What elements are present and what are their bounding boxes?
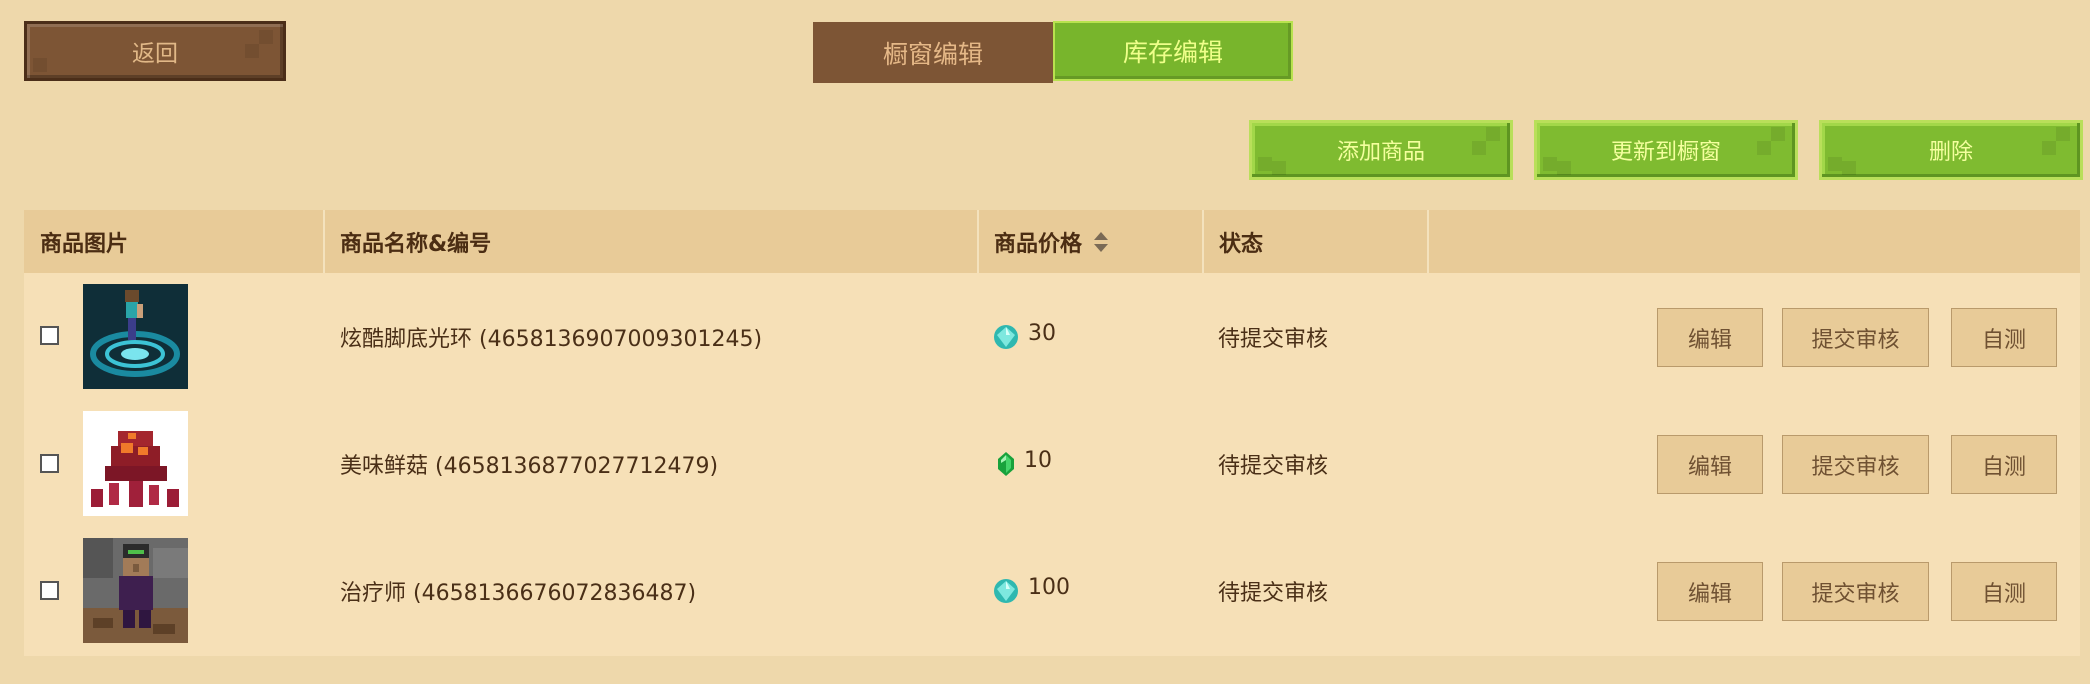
edit-button-label: 编辑 [1687, 327, 1732, 353]
product-table: 商品图片 商品名称&编号 商品价格 状态 炫酷脚底光环 (46581369070… [24, 210, 2080, 656]
submit-review-button[interactable]: 提交审核 [1782, 562, 1929, 621]
header-price-label: 商品价格 [994, 231, 1083, 257]
product-price: 10 [1024, 448, 1052, 473]
diamond-icon [994, 579, 1018, 603]
product-image [83, 284, 188, 389]
add-item-button-label: 添加商品 [1336, 140, 1425, 165]
product-name: 治疗师 (4658136676072836487) [340, 581, 697, 606]
submit-review-button-label: 提交审核 [1811, 581, 1900, 607]
self-test-button-label: 自测 [1981, 327, 2026, 353]
product-name: 炫酷脚底光环 (4658136907009301245) [340, 327, 763, 352]
edit-button[interactable]: 编辑 [1657, 435, 1763, 494]
submit-review-button[interactable]: 提交审核 [1782, 308, 1929, 367]
tab-showcase-edit-label: 橱窗编辑 [882, 39, 983, 69]
row-checkbox[interactable] [40, 454, 59, 473]
header-status: 状态 [1203, 210, 1428, 273]
product-price: 100 [1028, 575, 1070, 600]
header-name: 商品名称&编号 [324, 210, 978, 273]
header-image-label: 商品图片 [40, 231, 129, 257]
diamond-icon [994, 325, 1018, 349]
tab-inventory-edit[interactable]: 库存编辑 [1053, 21, 1293, 81]
edit-button[interactable]: 编辑 [1657, 562, 1763, 621]
table-header: 商品图片 商品名称&编号 商品价格 状态 [24, 210, 2080, 273]
submit-review-button-label: 提交审核 [1811, 454, 1900, 480]
header-status-label: 状态 [1219, 231, 1264, 257]
header-image: 商品图片 [24, 210, 324, 273]
self-test-button-label: 自测 [1981, 581, 2026, 607]
header-name-label: 商品名称&编号 [340, 231, 492, 257]
column-divider [1427, 210, 1429, 273]
edit-button-label: 编辑 [1687, 581, 1732, 607]
product-price: 30 [1028, 321, 1056, 346]
row-checkbox[interactable] [40, 326, 59, 345]
emerald-icon [998, 452, 1014, 476]
table-row: 治疗师 (4658136676072836487) 100 待提交审核 编辑 提… [24, 527, 2080, 654]
product-status: 待提交审核 [1218, 327, 1329, 352]
row-checkbox[interactable] [40, 581, 59, 600]
self-test-button[interactable]: 自测 [1951, 435, 2057, 494]
self-test-button-label: 自测 [1981, 454, 2026, 480]
delete-button-label: 删除 [1928, 140, 1973, 165]
add-item-button[interactable]: 添加商品 [1249, 120, 1513, 180]
product-status: 待提交审核 [1218, 581, 1329, 606]
back-button-label: 返回 [132, 41, 178, 67]
tab-inventory-edit-label: 库存编辑 [1122, 38, 1223, 67]
tab-showcase-edit[interactable]: 橱窗编辑 [813, 22, 1053, 83]
table-row: 炫酷脚底光环 (4658136907009301245) 30 待提交审核 编辑… [24, 273, 2080, 400]
aura-effect-icon [83, 284, 188, 389]
self-test-button[interactable]: 自测 [1951, 562, 2057, 621]
product-status: 待提交审核 [1218, 454, 1329, 479]
back-button[interactable]: 返回 [24, 21, 286, 81]
delete-button[interactable]: 删除 [1819, 120, 2083, 180]
product-image [83, 538, 188, 643]
sort-icon[interactable] [1092, 230, 1110, 254]
table-row: 美味鲜菇 (4658136877027712479) 10 待提交审核 编辑 提… [24, 400, 2080, 527]
product-image [83, 411, 188, 516]
healer-icon [83, 538, 188, 643]
edit-button-label: 编辑 [1687, 454, 1732, 480]
product-name: 美味鲜菇 (4658136877027712479) [340, 454, 719, 479]
header-price[interactable]: 商品价格 [978, 210, 1203, 273]
self-test-button[interactable]: 自测 [1951, 308, 2057, 367]
edit-button[interactable]: 编辑 [1657, 308, 1763, 367]
mushroom-icon [83, 411, 188, 516]
submit-review-button-label: 提交审核 [1811, 327, 1900, 353]
update-showcase-button-label: 更新到橱窗 [1610, 140, 1721, 165]
update-showcase-button[interactable]: 更新到橱窗 [1534, 120, 1798, 180]
submit-review-button[interactable]: 提交审核 [1782, 435, 1929, 494]
